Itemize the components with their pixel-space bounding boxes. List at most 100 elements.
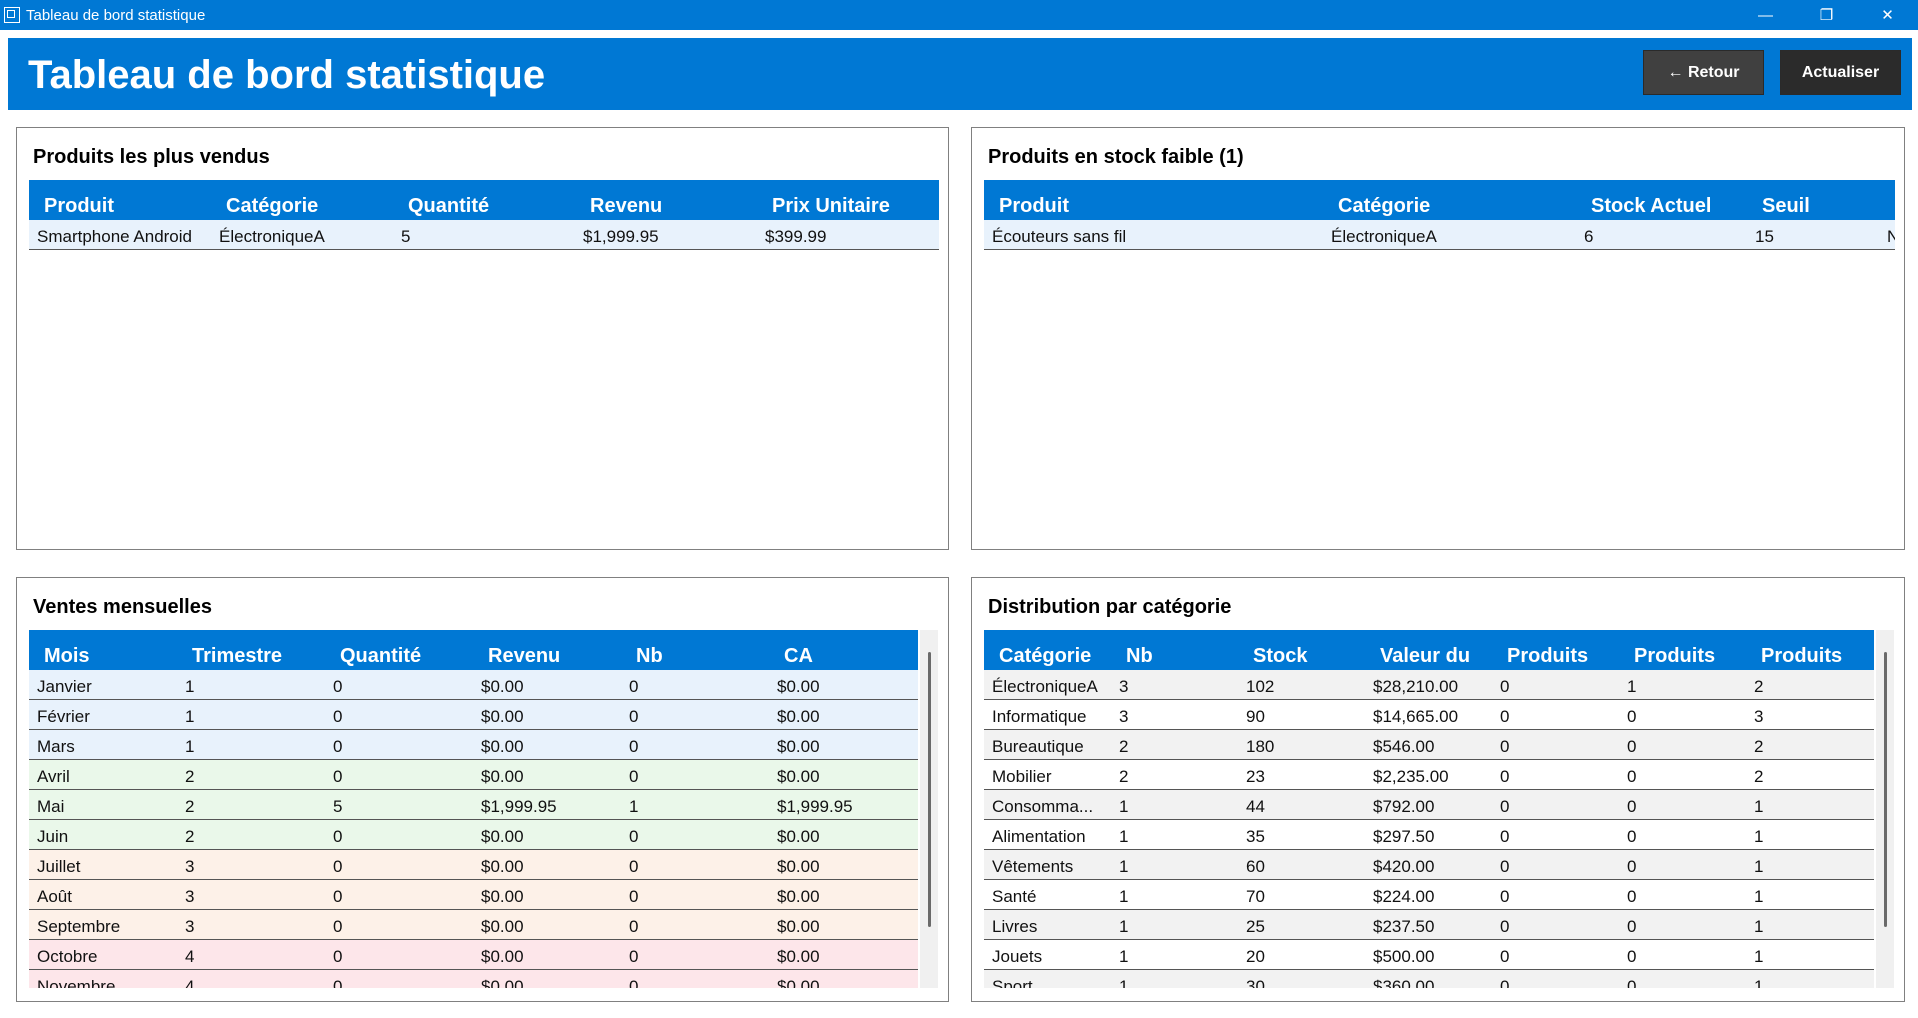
table-cell: 0: [333, 857, 343, 876]
table-cell: 0: [629, 737, 639, 756]
column-header[interactable]: Catégorie: [211, 195, 393, 218]
table-cell: 1: [1119, 797, 1129, 816]
column-header[interactable]: Produits: [1619, 645, 1746, 668]
table-cell: 0: [629, 677, 639, 696]
column-header[interactable]: Quantité: [325, 645, 473, 668]
table-cell: $1,999.95: [481, 797, 557, 816]
table-row[interactable]: Juillet 3 0 $0.00 0 $0.00: [29, 850, 918, 880]
column-header[interactable]: Trimestre: [177, 645, 325, 668]
table-row[interactable]: Vêtements 1 60 $420.00 0 0 1: [984, 850, 1874, 880]
table-cell: $1,999.95: [583, 227, 659, 246]
table-cell: 0: [1500, 947, 1510, 966]
column-header[interactable]: Catégorie: [984, 645, 1111, 668]
table-row[interactable]: Mobilier 2 23 $2,235.00 0 0 2: [984, 760, 1874, 790]
vertical-scrollbar[interactable]: [920, 630, 938, 988]
column-header[interactable]: Valeur du: [1365, 645, 1492, 668]
table-cell: 2: [185, 797, 195, 816]
table-row[interactable]: Septembre 3 0 $0.00 0 $0.00: [29, 910, 918, 940]
table-cell: $0.00: [777, 857, 820, 876]
top-products-grid[interactable]: Produit Catégorie Quantité Revenu Prix U…: [29, 180, 939, 540]
table-row[interactable]: Écouteurs sans fil ÉlectroniqueA 6 15 N: [984, 220, 1895, 250]
table-cell: ÉlectroniqueA: [1331, 227, 1437, 246]
table-cell: 0: [1627, 917, 1637, 936]
top-products-title: Produits les plus vendus: [33, 146, 270, 168]
table-cell: $14,665.00: [1373, 707, 1459, 726]
table-cell: Consomma...: [992, 797, 1094, 816]
table-row[interactable]: Novembre 4 0 $0.00 0 $0.00: [29, 970, 918, 988]
table-cell: $420.00: [1373, 857, 1435, 876]
table-cell: 0: [629, 947, 639, 966]
table-cell: 0: [1627, 827, 1637, 846]
table-cell: Juillet: [37, 857, 81, 876]
column-header[interactable]: Revenu: [575, 195, 757, 218]
table-cell: 1: [1119, 857, 1129, 876]
table-cell: $399.99: [765, 227, 827, 246]
table-cell: Bureautique: [992, 737, 1084, 756]
monthly-sales-grid[interactable]: Mois Trimestre Quantité Revenu Nb CA Jan…: [29, 630, 918, 988]
table-cell: 0: [629, 827, 639, 846]
column-header[interactable]: Produit: [29, 195, 211, 218]
minimize-icon[interactable]: —: [1735, 0, 1796, 30]
refresh-button[interactable]: Actualiser: [1780, 50, 1901, 95]
category-distribution-grid[interactable]: Catégorie Nb Stock Valeur du Produits Pr…: [984, 630, 1874, 988]
column-header[interactable]: Stock: [1238, 645, 1365, 668]
column-header[interactable]: Revenu: [473, 645, 621, 668]
column-header[interactable]: Produits: [1746, 645, 1874, 668]
table-cell: Smartphone Android: [37, 227, 192, 246]
table-row[interactable]: Mai 2 5 $1,999.95 1 $1,999.95: [29, 790, 918, 820]
column-header[interactable]: Nb: [621, 645, 769, 668]
table-row[interactable]: Consomma... 1 44 $792.00 0 0 1: [984, 790, 1874, 820]
table-row[interactable]: Octobre 4 0 $0.00 0 $0.00: [29, 940, 918, 970]
table-row[interactable]: Bureautique 2 180 $546.00 0 0 2: [984, 730, 1874, 760]
low-stock-grid[interactable]: Produit Catégorie Stock Actuel Seuil Éco…: [984, 180, 1895, 540]
table-row[interactable]: Livres 1 25 $237.50 0 0 1: [984, 910, 1874, 940]
back-button[interactable]: ← Retour: [1643, 50, 1764, 95]
column-header[interactable]: Seuil: [1747, 195, 1895, 218]
column-header[interactable]: Stock Actuel: [1576, 195, 1747, 218]
page-header: Tableau de bord statistique ← Retour Act…: [8, 38, 1912, 110]
column-header[interactable]: Nb: [1111, 645, 1238, 668]
table-row[interactable]: Mars 1 0 $0.00 0 $0.00: [29, 730, 918, 760]
table-row[interactable]: Jouets 1 20 $500.00 0 0 1: [984, 940, 1874, 970]
table-row[interactable]: Santé 1 70 $224.00 0 0 1: [984, 880, 1874, 910]
close-icon[interactable]: ✕: [1857, 0, 1918, 30]
table-cell: 0: [333, 947, 343, 966]
table-row[interactable]: Smartphone Android ÉlectroniqueA 5 $1,99…: [29, 220, 939, 250]
table-cell: 0: [629, 977, 639, 988]
table-cell: $0.00: [481, 977, 524, 988]
table-row[interactable]: Février 1 0 $0.00 0 $0.00: [29, 700, 918, 730]
table-row[interactable]: Avril 2 0 $0.00 0 $0.00: [29, 760, 918, 790]
table-row[interactable]: Informatique 3 90 $14,665.00 0 0 3: [984, 700, 1874, 730]
table-cell: 2: [1754, 677, 1764, 696]
table-cell: $2,235.00: [1373, 767, 1449, 786]
table-row[interactable]: Janvier 1 0 $0.00 0 $0.00: [29, 670, 918, 700]
column-header[interactable]: Prix Unitaire: [757, 195, 939, 218]
scrollbar-thumb[interactable]: [928, 652, 931, 927]
table-cell: Avril: [37, 767, 70, 786]
table-row[interactable]: Sport 1 30 $360.00 0 0 1: [984, 970, 1874, 988]
restore-icon[interactable]: ❐: [1796, 0, 1857, 30]
table-row[interactable]: Août 3 0 $0.00 0 $0.00: [29, 880, 918, 910]
column-header[interactable]: Catégorie: [1323, 195, 1576, 218]
column-header[interactable]: CA: [769, 645, 918, 668]
column-header[interactable]: Produit: [984, 195, 1323, 218]
category-distribution-panel: Distribution par catégorie Catégorie Nb …: [971, 577, 1905, 1002]
column-header[interactable]: Quantité: [393, 195, 575, 218]
table-cell: ÉlectroniqueA: [219, 227, 325, 246]
table-row[interactable]: Juin 2 0 $0.00 0 $0.00: [29, 820, 918, 850]
table-cell: Sport: [992, 977, 1033, 988]
table-cell: $792.00: [1373, 797, 1435, 816]
window-controls: — ❐ ✕: [1735, 0, 1918, 30]
vertical-scrollbar[interactable]: [1876, 630, 1894, 988]
monthly-sales-title: Ventes mensuelles: [33, 596, 212, 618]
table-cell: 35: [1246, 827, 1265, 846]
scrollbar-thumb[interactable]: [1884, 652, 1887, 927]
table-cell: $0.00: [481, 737, 524, 756]
column-header[interactable]: Mois: [29, 645, 177, 668]
column-header[interactable]: Produits: [1492, 645, 1619, 668]
table-row[interactable]: ÉlectroniqueA 3 102 $28,210.00 0 1 2: [984, 670, 1874, 700]
table-cell: 30: [1246, 977, 1265, 988]
table-cell: 0: [1500, 917, 1510, 936]
table-cell: $237.50: [1373, 917, 1435, 936]
table-row[interactable]: Alimentation 1 35 $297.50 0 0 1: [984, 820, 1874, 850]
